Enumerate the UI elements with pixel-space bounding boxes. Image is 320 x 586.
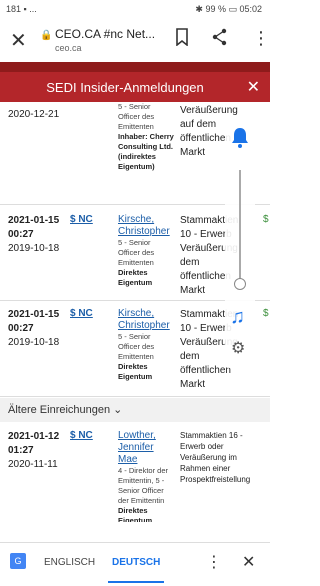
close-tab-icon[interactable]: ✕ <box>10 28 27 53</box>
holder: Direktes Eigentum <box>118 362 153 381</box>
date-cell: 2021-01-12 01:27 2020-11-11 <box>8 430 68 472</box>
share-icon[interactable] <box>212 28 228 46</box>
holder: Direktes Eigentum <box>118 506 153 522</box>
price-mark: $ <box>263 308 269 319</box>
translate-close-icon[interactable]: ✕ <box>242 552 255 572</box>
music-note-icon[interactable]: ♫ <box>230 306 245 329</box>
insider-name-link[interactable]: Kirsche, Christopher <box>118 214 170 237</box>
lock-icon: 🔒 <box>40 30 53 41</box>
filing-date: 2020-12-21 <box>8 109 60 120</box>
language-german-tab[interactable]: DEUTSCH <box>112 557 160 568</box>
price-mark: $ <box>263 214 269 225</box>
sedi-title: SEDI Insider-Anmeldungen <box>46 80 204 95</box>
insider-role: 4 - Direktor der Emittentin, 5 - Senior … <box>118 466 169 505</box>
insider-role: 5 - Senior Officer des Emittenten <box>118 332 155 361</box>
close-icon[interactable]: ✕ <box>247 77 260 97</box>
date-cell: 2021-01-15 00:27 2019-10-18 <box>8 308 68 350</box>
bell-icon[interactable] <box>230 126 250 148</box>
floating-controls: ♫ ⚙ <box>225 118 255 368</box>
insider-cell: Lowther, Jennifer Mae 4 - Direktor der E… <box>118 430 174 522</box>
sedi-banner: SEDI Insider-Anmeldungen ✕ <box>0 72 270 102</box>
translate-menu-icon[interactable]: ⋮ <box>206 552 222 572</box>
transaction-date: 2020-11-11 <box>8 459 58 470</box>
transaction-date: 2019-10-18 <box>8 337 60 348</box>
insider-name-link[interactable]: Lowther, Jennifer Mae <box>118 430 156 465</box>
status-left: 181 ▪ ... <box>6 4 37 14</box>
filing-datetime: 2021-01-12 01:27 <box>8 431 60 456</box>
active-tab-indicator <box>108 581 164 583</box>
filing-datetime: 2021-01-15 00:27 <box>8 309 60 334</box>
transaction-date: 2019-10-18 <box>8 243 60 254</box>
translate-bar: G ENGLISCH DEUTSCH ⋮ ✕ <box>0 542 270 586</box>
insider-cell: Kirsche, Christopher 5 - Senior Officer … <box>118 214 174 288</box>
insider-cell: 5 - Senior Officer des Emittenten Inhabe… <box>118 102 174 172</box>
insider-cell: Kirsche, Christopher 5 - Senior Officer … <box>118 308 174 382</box>
status-right: ✱ 99 % ▭ 05:02 <box>195 4 262 14</box>
insider-name-link[interactable]: Kirsche, Christopher <box>118 308 170 331</box>
date-cell: 2021-01-15 00:27 2019-10-18 <box>8 214 68 256</box>
status-bar: 181 ▪ ... ✱ 99 % ▭ 05:02 <box>0 0 270 18</box>
filing-datetime: 2021-01-15 00:27 <box>8 215 60 240</box>
date-cell: 2020-12-21 <box>8 108 68 122</box>
volume-slider-knob[interactable] <box>234 278 246 290</box>
bookmark-icon[interactable] <box>175 28 189 46</box>
older-filings-label: Ältere Einreichungen ⌄ <box>8 404 123 416</box>
page-title: CEO.CA #nc Net... <box>55 27 156 41</box>
insider-role: 5 - Senior Officer des Emittenten <box>118 238 155 267</box>
google-translate-icon: G <box>10 553 26 569</box>
more-menu-icon[interactable]: ⋮ <box>252 28 270 49</box>
browser-toolbar: ✕ 🔒 CEO.CA #nc Net... ceo.ca ⋮ <box>0 18 270 63</box>
symbol-link[interactable]: $ NC <box>70 214 93 225</box>
table-row: 2021-01-12 01:27 2020-11-11 $ NC Lowther… <box>0 422 270 522</box>
language-english-tab[interactable]: ENGLISCH <box>44 557 95 568</box>
symbol-link[interactable]: $ NC <box>70 308 93 319</box>
holder: Inhaber: Cherry Consulting Ltd. (indirek… <box>118 132 174 171</box>
insider-role: 5 - Senior Officer des Emittenten <box>118 102 155 131</box>
holder: Direktes Eigentum <box>118 268 153 287</box>
older-filings-toggle[interactable]: Ältere Einreichungen ⌄ <box>0 398 270 422</box>
volume-slider-track[interactable] <box>239 170 241 280</box>
page-domain: ceo.ca <box>55 43 82 53</box>
symbol-link[interactable]: $ NC <box>70 430 93 441</box>
transaction-cell: Stammaktien 16 - Erwerb oder Veräußerung… <box>180 431 251 484</box>
gear-icon[interactable]: ⚙ <box>231 338 245 358</box>
